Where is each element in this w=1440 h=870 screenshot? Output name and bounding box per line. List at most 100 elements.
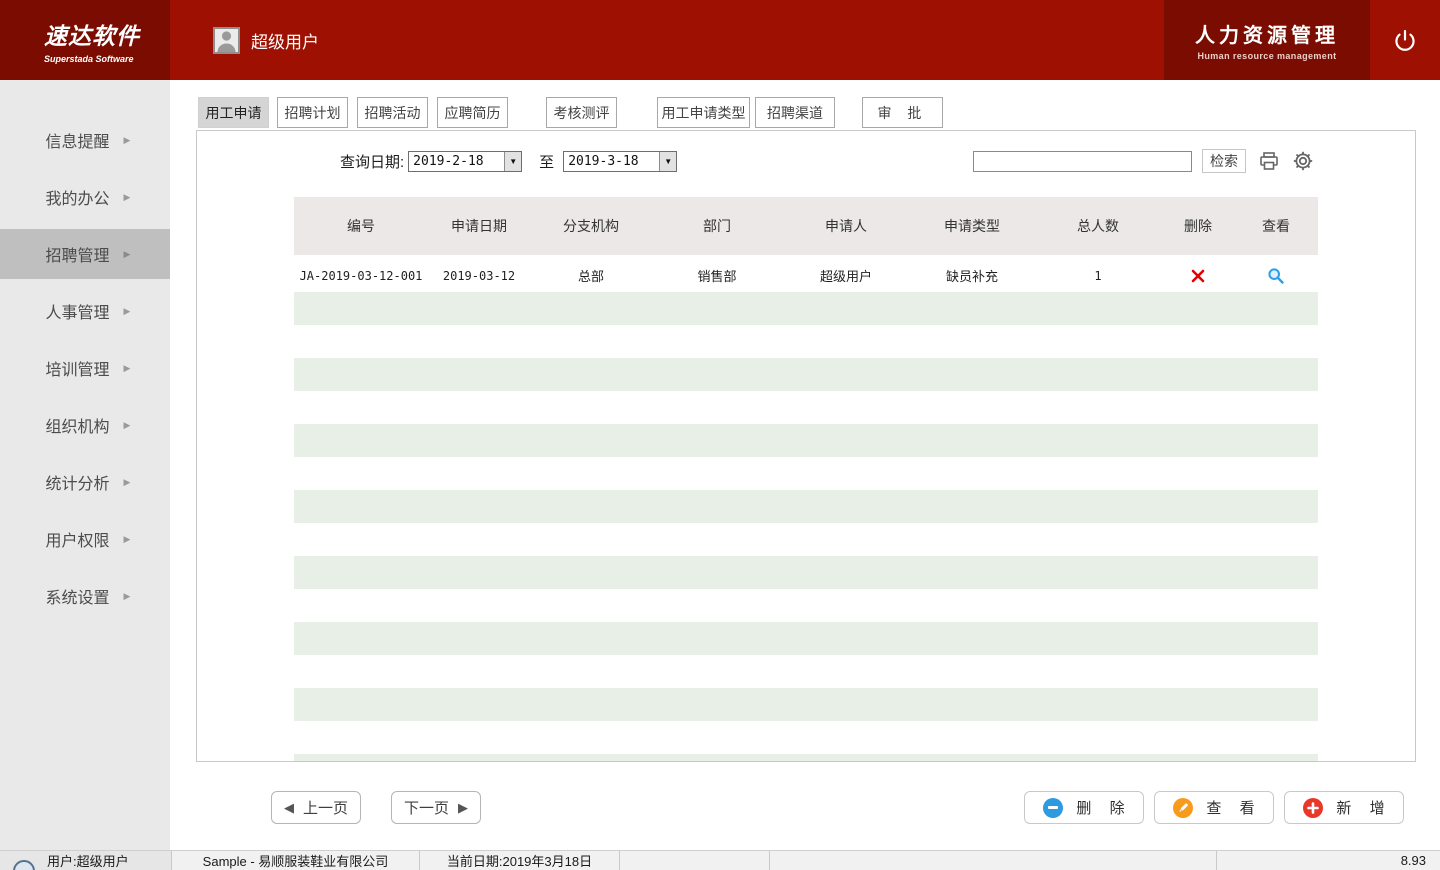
add-button[interactable]: 新 增: [1284, 791, 1404, 824]
tab-bar: 用工申请 招聘计划 招聘活动 应聘简历 考核测评 用工申请类型 招聘渠道 审 批: [170, 97, 1440, 128]
next-page-button[interactable]: 下一页 ▶: [391, 791, 481, 824]
sidebar-item-label: 用户权限: [46, 527, 110, 551]
tab-approval[interactable]: 审 批: [862, 97, 943, 128]
chevron-right-icon: ▶: [124, 591, 131, 602]
chevron-down-icon[interactable]: ▼: [504, 152, 521, 171]
logout-button[interactable]: [1370, 0, 1440, 80]
tab-recruit-channel[interactable]: 招聘渠道: [755, 97, 835, 128]
cell-applicant: 超级用户: [782, 266, 910, 285]
sidebar-item-label: 人事管理: [46, 299, 110, 323]
delete-button[interactable]: 删 除: [1024, 791, 1144, 824]
status-user: 用户:超级用户: [0, 851, 172, 870]
red-x-icon: [1190, 268, 1206, 284]
print-button[interactable]: [1258, 150, 1280, 172]
sidebar-item-my-office[interactable]: 我的办公 ▶: [0, 172, 170, 222]
date-to-select[interactable]: 2019-3-18 ▼: [563, 151, 677, 172]
status-company: Sample - 易顺服装鞋业有限公司: [172, 851, 420, 870]
user-avatar-icon: [213, 27, 240, 54]
query-date-label: 查询日期:: [340, 151, 404, 172]
magnifier-icon: [1267, 267, 1285, 285]
col-header-type: 申请类型: [910, 216, 1034, 236]
pencil-circle-icon: [1173, 798, 1193, 818]
col-header-branch: 分支机构: [530, 216, 652, 236]
power-icon: [1394, 29, 1416, 51]
tab-recruit-plan[interactable]: 招聘计划: [277, 97, 348, 128]
view-button-label: 查 看: [1206, 797, 1261, 818]
status-user-label: 用户:超级用户: [47, 851, 129, 870]
gear-icon: [1292, 150, 1314, 172]
minus-circle-icon: [1043, 798, 1063, 818]
chevron-right-icon: ▶: [124, 306, 131, 317]
sidebar-item-label: 信息提醒: [46, 128, 110, 152]
brand-logo-en: Superstada Software: [44, 54, 170, 64]
brand-logo: 速达软件 Superstada Software: [0, 0, 170, 80]
sidebar-item-recruitment[interactable]: 招聘管理 ▶: [0, 229, 170, 279]
status-empty-section: [620, 851, 770, 870]
date-from-select[interactable]: 2019-2-18 ▼: [408, 151, 522, 172]
search-button[interactable]: 检索: [1202, 149, 1246, 173]
search-group: 检索: [973, 149, 1314, 173]
module-title-en: Human resource management: [1197, 51, 1336, 61]
sidebar-item-info-alerts[interactable]: 信息提醒 ▶: [0, 115, 170, 165]
chevron-right-icon: ▶: [124, 420, 131, 431]
sidebar-item-label: 系统设置: [46, 584, 110, 608]
chevron-down-icon[interactable]: ▼: [659, 152, 676, 171]
sidebar-item-statistics[interactable]: 统计分析 ▶: [0, 457, 170, 507]
row-view-button[interactable]: [1267, 267, 1285, 285]
sidebar-item-organization[interactable]: 组织机构 ▶: [0, 400, 170, 450]
chevron-right-icon: ▶: [124, 249, 131, 260]
chevron-right-icon: ▶: [124, 477, 131, 488]
sidebar-item-system-settings[interactable]: 系统设置 ▶: [0, 571, 170, 621]
cell-view: [1234, 267, 1318, 285]
tab-employment-request[interactable]: 用工申请: [198, 97, 269, 128]
col-header-id: 编号: [294, 216, 428, 236]
cell-delete: [1162, 267, 1234, 284]
col-header-delete: 删除: [1162, 216, 1234, 236]
brand-logo-cn: 速达软件: [44, 17, 170, 51]
table-header-row: 编号 申请日期 分支机构 部门 申请人 申请类型 总人数 删除 查看: [294, 197, 1318, 255]
cell-date: 2019-03-12: [428, 269, 530, 283]
arrow-left-icon: ◀: [284, 800, 294, 816]
tab-recruit-activity[interactable]: 招聘活动: [357, 97, 428, 128]
pencil-icon: [1178, 802, 1189, 813]
cell-total: 1: [1034, 269, 1162, 283]
cell-dept: 销售部: [652, 266, 782, 285]
row-delete-button[interactable]: [1190, 268, 1206, 284]
chevron-right-icon: ▶: [124, 363, 131, 374]
printer-icon: [1258, 150, 1280, 172]
filter-row: 查询日期: 2019-2-18 ▼ 至 2019-3-18 ▼ 检索: [197, 150, 1415, 172]
tab-request-type[interactable]: 用工申请类型: [657, 97, 750, 128]
table-row[interactable]: JA-2019-03-12-001 2019-03-12 总部 销售部 超级用户…: [294, 259, 1318, 292]
view-button[interactable]: 查 看: [1154, 791, 1274, 824]
add-button-label: 新 增: [1336, 797, 1391, 818]
cell-id: JA-2019-03-12-001: [294, 269, 428, 283]
sidebar-item-user-rights[interactable]: 用户权限 ▶: [0, 514, 170, 564]
empty-rows-stripes: [294, 292, 1318, 762]
sidebar-item-label: 我的办公: [46, 185, 110, 209]
cell-type: 缺员补充: [910, 266, 1034, 285]
status-version: 8.93: [1217, 851, 1440, 870]
chevron-right-icon: ▶: [124, 135, 131, 146]
col-header-date: 申请日期: [428, 216, 530, 236]
main-content: 用工申请 招聘计划 招聘活动 应聘简历 考核测评 用工申请类型 招聘渠道 审 批…: [170, 80, 1440, 850]
to-label: 至: [539, 151, 554, 172]
cell-branch: 总部: [530, 266, 652, 285]
col-header-applicant: 申请人: [782, 216, 910, 236]
prev-page-button[interactable]: ◀ 上一页: [271, 791, 361, 824]
content-panel: 查询日期: 2019-2-18 ▼ 至 2019-3-18 ▼ 检索: [196, 130, 1416, 762]
sidebar-item-training[interactable]: 培训管理 ▶: [0, 343, 170, 393]
app-header: 速达软件 Superstada Software 超级用户 人力资源管理 Hum…: [0, 0, 1440, 80]
status-date-label: 当前日期:2019年3月18日: [447, 851, 592, 870]
tab-resumes[interactable]: 应聘简历: [437, 97, 508, 128]
prev-page-label: 上一页: [303, 797, 348, 818]
status-bar: 用户:超级用户 Sample - 易顺服装鞋业有限公司 当前日期:2019年3月…: [0, 850, 1440, 870]
sidebar-item-personnel[interactable]: 人事管理 ▶: [0, 286, 170, 336]
settings-button[interactable]: [1292, 150, 1314, 172]
delete-button-label: 删 除: [1076, 797, 1131, 818]
status-date: 当前日期:2019年3月18日: [420, 851, 620, 870]
tab-assessment[interactable]: 考核测评: [546, 97, 617, 128]
plus-circle-icon: [1303, 798, 1323, 818]
search-input[interactable]: [973, 151, 1192, 172]
col-header-total: 总人数: [1034, 216, 1162, 236]
current-user-label: 超级用户: [251, 28, 319, 53]
